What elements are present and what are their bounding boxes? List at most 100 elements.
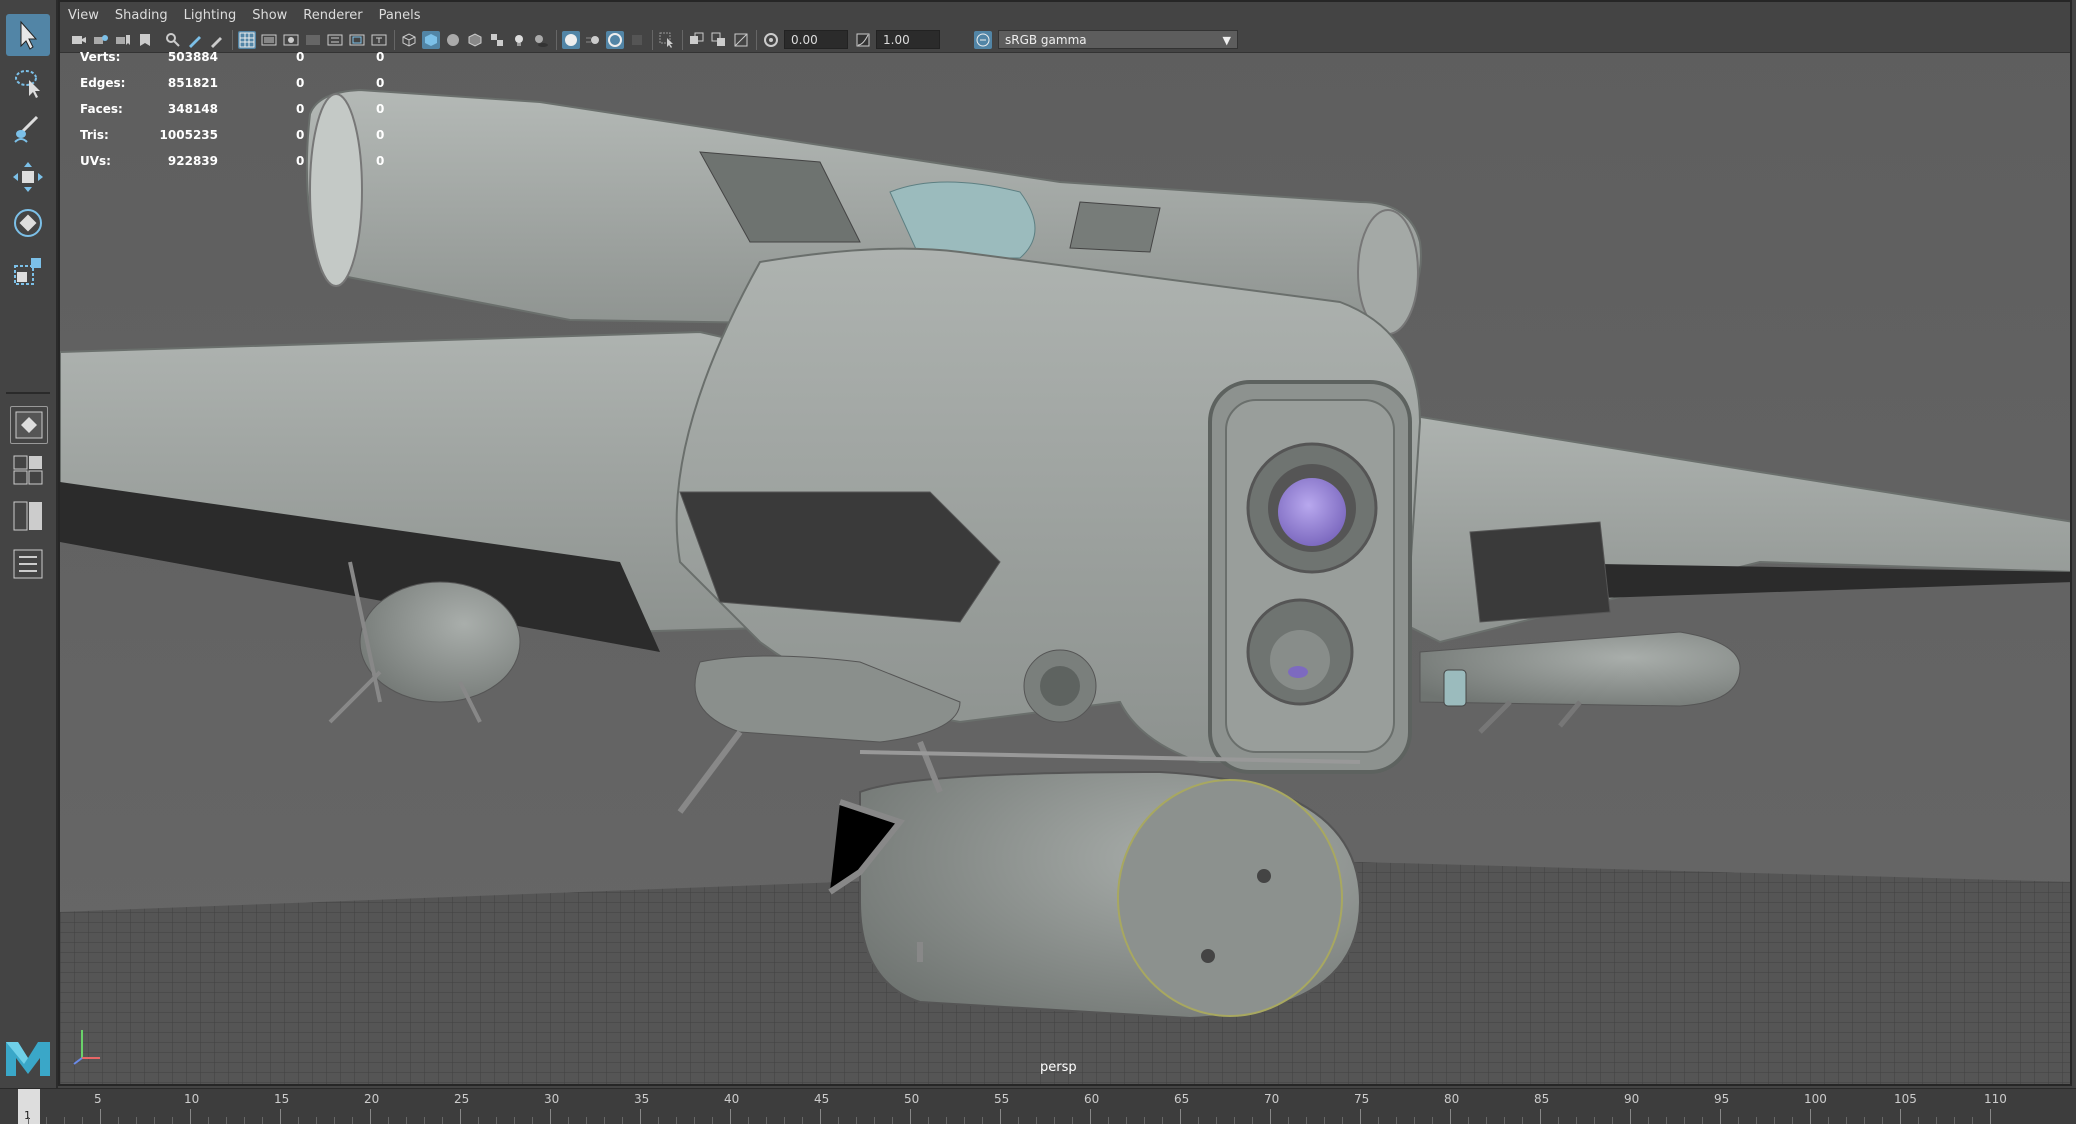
menu-panels[interactable]: Panels (371, 8, 429, 23)
smooth-shade-button[interactable] (422, 31, 440, 49)
panel-menu-bar: View Shading Lighting Show Renderer Pane… (60, 2, 2070, 28)
camera-name-label: persp (1040, 1060, 1077, 1075)
rotate-icon (14, 209, 42, 237)
wireframe-on-shaded-button[interactable] (466, 31, 484, 49)
time-tick-label: 30 (544, 1092, 560, 1106)
menu-lighting[interactable]: Lighting (176, 8, 245, 23)
select-arrow-icon (20, 20, 38, 50)
hud-v1: 922839 (167, 154, 218, 168)
image-plane-button[interactable] (136, 31, 154, 49)
time-tick-label: 100 (1804, 1092, 1827, 1106)
toolbox-separator (6, 392, 50, 394)
xray-joints-button[interactable] (710, 31, 728, 49)
gamma-button[interactable] (854, 31, 872, 49)
xray-button[interactable] (688, 31, 706, 49)
time-tick (190, 1109, 191, 1124)
xray-active-button[interactable] (732, 31, 750, 49)
time-tick (1900, 1109, 1901, 1124)
depth-of-field-button[interactable] (628, 31, 646, 49)
time-tick (1090, 1109, 1091, 1124)
hud-label: Edges: (80, 76, 126, 90)
2d-pan-zoom-button[interactable] (164, 31, 182, 49)
time-slider[interactable]: 1 5 10 15 20 25 30 35 40 45 50 55 60 65 70 75 80 85 90 95 1… (0, 1088, 2076, 1124)
grease-pencil-button[interactable] (186, 31, 204, 49)
outliner-list-icon (13, 549, 43, 579)
exposure-field[interactable]: 0.00 (784, 30, 848, 49)
exposure-button[interactable] (762, 31, 780, 49)
hud-row: Edges: 851821 0 0 (80, 76, 440, 102)
grid-toggle-button[interactable] (238, 31, 256, 49)
menu-show[interactable]: Show (244, 8, 295, 23)
menu-shading[interactable]: Shading (107, 8, 176, 23)
motion-blur-icon (586, 36, 599, 44)
two-view-layout-button[interactable] (8, 498, 48, 534)
time-tick (100, 1109, 101, 1124)
camera-icon (72, 36, 86, 44)
anti-aliasing-button[interactable] (606, 31, 624, 49)
checker-texture-icon (491, 34, 503, 46)
camera-attributes-button[interactable] (92, 31, 110, 49)
hud-row: UVs: 922839 0 0 (80, 154, 440, 180)
screen-space-ao-button[interactable] (562, 31, 580, 49)
time-tick (370, 1109, 371, 1124)
resolution-gate-button[interactable] (282, 31, 300, 49)
hud-v2: 0 (296, 128, 305, 142)
four-panel-icon (13, 455, 43, 485)
bookmark-camera-button[interactable] (114, 31, 132, 49)
hud-v3: 0 (376, 76, 385, 90)
use-lights-button[interactable] (510, 31, 528, 49)
four-view-layout-button[interactable] (8, 452, 48, 488)
hud-label: Faces: (80, 102, 123, 116)
view-transform-dropdown[interactable]: sRGB gamma ▼ (998, 30, 1238, 49)
time-tick-label: 90 (1624, 1092, 1640, 1106)
camera-button[interactable] (70, 31, 88, 49)
chevron-down-icon: ▼ (1222, 34, 1231, 47)
film-gate-button[interactable] (260, 31, 278, 49)
depth-of-field-icon (632, 35, 642, 45)
time-tick (1450, 1109, 1451, 1124)
default-material-button[interactable] (444, 31, 462, 49)
safe-title-button[interactable] (370, 31, 388, 49)
time-tick-label: 85 (1534, 1092, 1550, 1106)
wire-on-shaded-icon (468, 33, 482, 47)
single-view-layout-button[interactable] (10, 406, 48, 444)
hud-row: Verts: 503884 0 0 (80, 50, 440, 76)
menu-view[interactable]: View (60, 8, 107, 23)
isolate-select-button[interactable] (658, 31, 676, 49)
xray-icon (690, 32, 704, 44)
viewport-panel[interactable]: View Shading Lighting Show Renderer Pane… (58, 0, 2072, 1086)
time-tick (730, 1109, 731, 1124)
two-panel-icon (13, 501, 42, 531)
isolate-select-icon (659, 32, 673, 48)
select-tool-button[interactable] (6, 14, 50, 56)
gate-mask-button[interactable] (304, 31, 322, 49)
menu-renderer[interactable]: Renderer (295, 8, 370, 23)
motion-blur-button[interactable] (584, 31, 602, 49)
rotate-tool-button[interactable] (6, 202, 50, 244)
color-management-button[interactable] (974, 31, 992, 49)
scale-tool-button[interactable] (6, 250, 50, 292)
safe-action-button[interactable] (348, 31, 366, 49)
outliner-layout-button[interactable] (8, 546, 48, 582)
time-tick (1270, 1109, 1271, 1124)
textured-button[interactable] (488, 31, 506, 49)
move-tool-button[interactable] (6, 156, 50, 198)
maya-logo-icon (6, 1042, 50, 1076)
time-tick-label: 15 (274, 1092, 290, 1106)
color-management-icon (976, 33, 990, 47)
gate-mask-icon (306, 35, 320, 45)
lasso-tool-button[interactable] (6, 62, 50, 104)
gamma-field[interactable]: 1.00 (876, 30, 940, 49)
field-chart-button[interactable] (326, 31, 344, 49)
smooth-shade-cube-icon (425, 34, 437, 46)
exposure-aperture-icon (764, 33, 778, 47)
time-tick (910, 1109, 911, 1124)
axis-gizmo-icon (73, 1030, 100, 1065)
pencil-button[interactable] (208, 31, 226, 49)
wireframe-button[interactable] (400, 31, 418, 49)
paint-select-tool-button[interactable] (6, 108, 50, 150)
camera-attr-icon (94, 35, 108, 44)
camera-bookmark-icon (116, 35, 130, 45)
shadows-button[interactable] (532, 31, 550, 49)
xray-joints-icon (711, 32, 725, 46)
